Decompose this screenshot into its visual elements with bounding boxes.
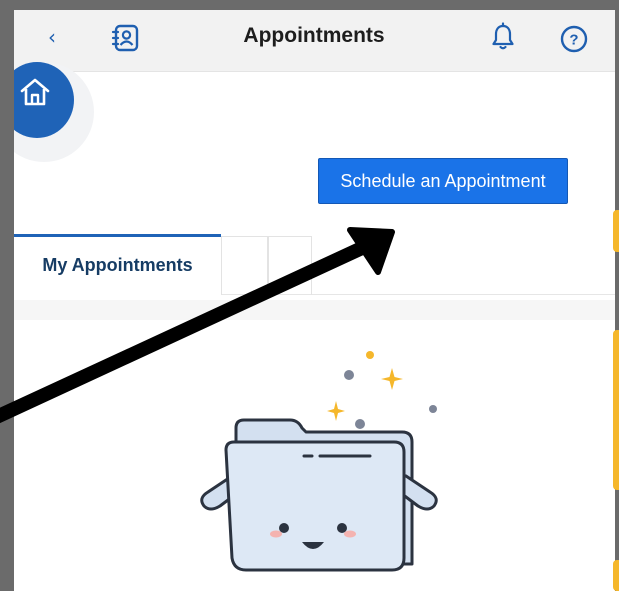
top-app-bar: ‹ Appointments ? — [14, 10, 615, 72]
side-accent-tab — [613, 210, 619, 252]
empty-folder-illustration — [174, 346, 454, 586]
address-book-icon[interactable] — [111, 23, 141, 53]
schedule-appointment-button[interactable]: Schedule an Appointment — [318, 158, 568, 204]
svg-text:?: ? — [569, 32, 578, 49]
page-title: Appointments — [243, 24, 385, 47]
side-accent-tab — [613, 560, 619, 591]
app-screen: ‹ Appointments ? Schedule an Appointment… — [14, 10, 615, 591]
content-divider-band — [14, 300, 615, 320]
side-accent-tab — [613, 330, 619, 490]
tab-secondary[interactable] — [221, 236, 268, 295]
home-icon — [20, 78, 50, 106]
bell-icon[interactable] — [490, 22, 516, 52]
tab-my-appointments[interactable]: My Appointments — [14, 234, 221, 295]
chevron-left-icon[interactable]: ‹ — [42, 26, 62, 48]
help-circle-icon[interactable]: ? — [559, 24, 589, 54]
tab-tertiary[interactable] — [268, 236, 312, 295]
appointment-tabs: My Appointments — [14, 234, 615, 295]
